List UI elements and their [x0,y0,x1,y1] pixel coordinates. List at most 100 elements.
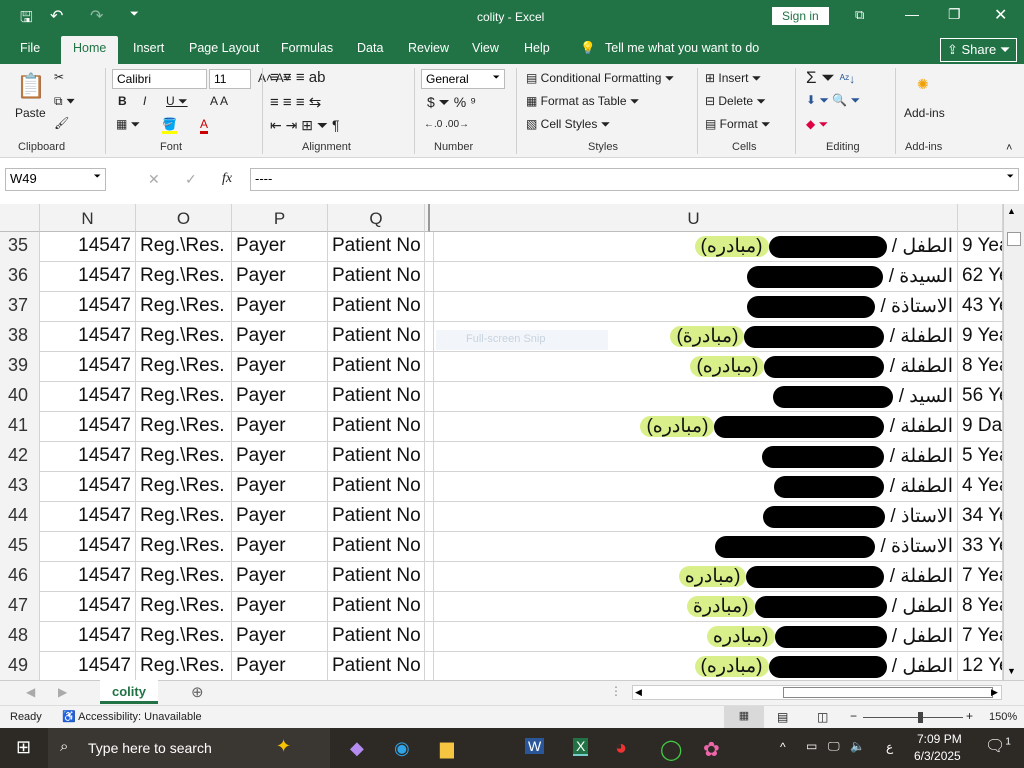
cell-age[interactable]: 56 Ye [958,382,1003,412]
row-header[interactable]: 42 [0,442,40,472]
tab-insert[interactable]: Insert [133,41,164,55]
cell-u[interactable]: السيدة / [430,262,958,292]
zoom-level[interactable]: 150% [989,711,1017,723]
cell-age[interactable]: 9 Da [958,412,1003,442]
sheet-tab-colity[interactable]: colity [100,680,158,704]
row-header[interactable]: 39 [0,352,40,382]
normal-view-button[interactable]: ▦ [724,706,764,728]
cell-q[interactable]: Patient No [328,412,425,442]
cell-q[interactable]: Patient No [328,472,425,502]
cell-p[interactable]: Payer [232,292,328,322]
column-header-p[interactable]: P [232,204,328,232]
cell-n[interactable]: 14547 [40,592,136,622]
cell-q[interactable]: Patient No [328,262,425,292]
edge-icon[interactable]: ◉ [394,738,410,759]
table-row[interactable]: 44 14547 Reg.\Res. Payer Patient No الاستاذ /… [0,502,1003,532]
cell-q[interactable]: Patient No [328,532,425,562]
cell-o[interactable]: Reg.\Res. [136,532,232,562]
cell-o[interactable]: Reg.\Res. [136,472,232,502]
font-color-icon[interactable]: A [200,117,209,134]
scroll-left-icon[interactable]: ◀ [635,687,642,698]
meet-icon[interactable]: ▭ [806,739,817,753]
insert-function-button[interactable]: fx [222,171,232,187]
italic-button[interactable]: I [143,94,146,108]
column-header-u[interactable]: U [430,204,958,232]
table-row[interactable]: 43 14547 Reg.\Res. Payer Patient No الطفلة / … [0,472,1003,502]
cell-n[interactable]: 14547 [40,472,136,502]
minimize-button[interactable]: — [905,6,919,22]
accessibility-status[interactable]: ♿ Accessibility: Unavailable [62,710,202,723]
borders-icon[interactable]: ▦ ⏷ [116,117,140,132]
cell-n[interactable]: 14547 [40,382,136,412]
cell-n[interactable]: 14547 [40,532,136,562]
row-header[interactable]: 38 [0,322,40,352]
save-icon[interactable]: 🖫 [20,7,33,32]
scroll-down-icon[interactable]: ▼ [1007,666,1016,676]
close-button[interactable]: ✕ [994,5,1007,25]
cell-o[interactable]: Reg.\Res. [136,352,232,382]
row-header[interactable]: 46 [0,562,40,592]
cell-age[interactable]: 43 Ye [958,292,1003,322]
format-painter-icon[interactable]: 🖌 [54,116,69,130]
cell-u[interactable]: الطفلة / (مبادره) [430,352,958,382]
cell-n[interactable]: 14547 [40,232,136,262]
copilot-app-icon[interactable]: ◆ [350,738,364,759]
cell-o[interactable]: Reg.\Res. [136,652,232,682]
excel-icon[interactable]: X [573,738,589,756]
cell-o[interactable]: Reg.\Res. [136,562,232,592]
underline-button[interactable]: U ⏷ [166,94,188,109]
cell-u[interactable]: الطفلة / [430,442,958,472]
cell-q[interactable]: Patient No [328,322,425,352]
cell-n[interactable]: 14547 [40,562,136,592]
table-row[interactable]: 35 14547 Reg.\Res. Payer Patient No الطفل / (… [0,232,1003,262]
cell-q[interactable]: Patient No [328,352,425,382]
clock-time[interactable]: 7:09 PM [917,732,962,746]
cell-o[interactable]: Reg.\Res. [136,502,232,532]
row-header[interactable]: 41 [0,412,40,442]
cell-u[interactable]: الاستاذ / [430,502,958,532]
network-icon[interactable]: 🖵 [828,739,840,754]
cell-p[interactable]: Payer [232,322,328,352]
collapse-ribbon-icon[interactable]: ˄ [1006,142,1012,154]
cell-age[interactable]: 8 Yea [958,352,1003,382]
tab-view[interactable]: View [472,41,499,55]
ribbon-display-icon[interactable]: ⧉ [855,7,864,23]
clear-icon[interactable]: ◆ ⏷ [806,117,828,132]
cell-q[interactable]: Patient No [328,652,425,682]
align-buttons-horizontal[interactable]: ≡ ≡ ≡ ⇆ [270,93,321,111]
tab-file[interactable]: File [20,41,40,55]
cell-o[interactable]: Reg.\Res. [136,412,232,442]
cell-age[interactable]: 4 Yea [958,472,1003,502]
cell-o[interactable]: Reg.\Res. [136,592,232,622]
decimal-buttons[interactable]: ←.0 .00→ [424,119,469,130]
table-row[interactable]: 40 14547 Reg.\Res. Payer Patient No السيد / 5… [0,382,1003,412]
horizontal-scroll-thumb[interactable] [783,687,993,698]
cell-q[interactable]: Patient No [328,442,425,472]
cell-o[interactable]: Reg.\Res. [136,322,232,352]
split-handle-icon[interactable]: ⋮ [610,684,622,698]
cell-age[interactable]: 7 Yea [958,562,1003,592]
table-row[interactable]: 39 14547 Reg.\Res. Payer Patient No الطفلة / … [0,352,1003,382]
cell-q[interactable]: Patient No [328,502,425,532]
show-hidden-icons[interactable]: ^ [780,740,786,754]
page-break-view-button[interactable]: ◫ [817,710,828,724]
column-header-q[interactable]: Q [328,204,425,232]
cell-n[interactable]: 14547 [40,412,136,442]
copy-icon[interactable]: ⧉ ⏷ [54,94,76,109]
insert-cells-button[interactable]: ⊞ Insert ⏷ [705,71,761,86]
redo-icon[interactable]: ↷ [90,6,103,26]
bold-button[interactable]: B [118,94,127,108]
row-header[interactable]: 36 [0,262,40,292]
table-row[interactable]: 45 14547 Reg.\Res. Payer Patient No الاستاذة … [0,532,1003,562]
scroll-thumb[interactable] [1007,232,1021,246]
cell-p[interactable]: Payer [232,442,328,472]
cell-n[interactable]: 14547 [40,502,136,532]
table-row[interactable]: 49 14547 Reg.\Res. Payer Patient No الطفل / (… [0,652,1003,682]
undo-icon[interactable]: ↶ [50,6,63,26]
tab-home[interactable]: Home [61,36,119,64]
column-header-n[interactable]: N [40,204,136,232]
cell-n[interactable]: 14547 [40,262,136,292]
cell-u[interactable]: الطفل / (مبادرة [430,592,958,622]
cell-o[interactable]: Reg.\Res. [136,262,232,292]
cell-age[interactable]: 62 Ye [958,262,1003,292]
